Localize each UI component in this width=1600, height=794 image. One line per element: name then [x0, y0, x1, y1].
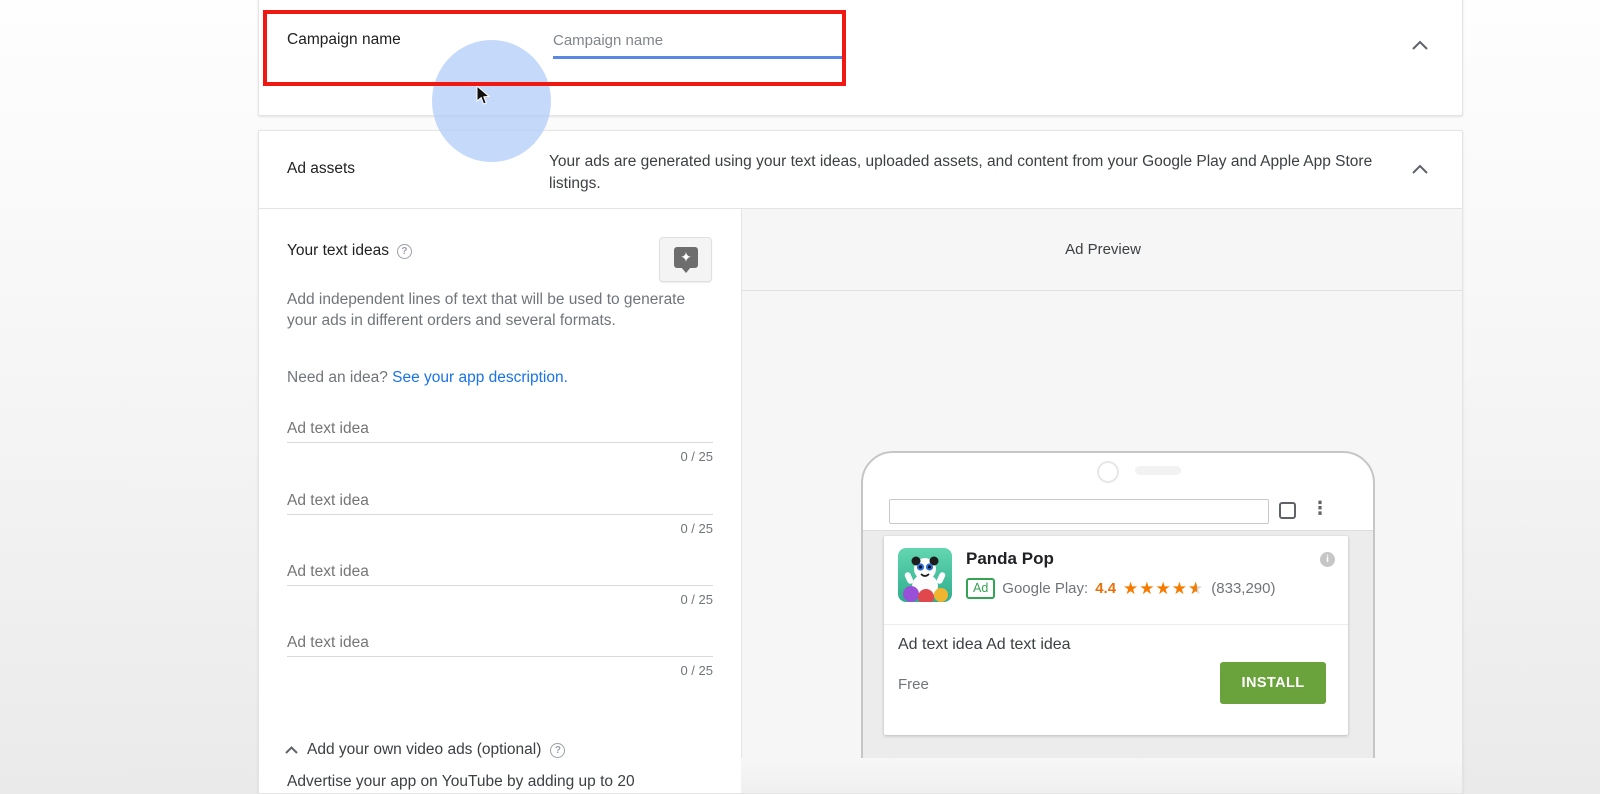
see-app-description-link[interactable]: See your app description. [392, 369, 568, 386]
ad-preview-header: Ad Preview [742, 209, 1463, 291]
text-ideas-title: Your text ideas [287, 242, 389, 260]
ad-assets-title: Ad assets [287, 160, 355, 178]
url-bar [889, 499, 1269, 524]
video-ads-title: Add your own video ads (optional) [307, 741, 541, 759]
char-counter: 0 / 25 [287, 449, 713, 464]
ad-text-preview: Ad text idea Ad text idea [898, 636, 1071, 654]
text-ideas-description: Add independent lines of text that will … [287, 289, 687, 331]
text-idea-suggestions-button[interactable]: ✦ [659, 237, 712, 282]
divider [884, 624, 1348, 625]
ad-text-idea-input-3[interactable] [287, 558, 713, 586]
chevron-up-icon [1412, 164, 1428, 174]
store-label: Google Play: [1002, 580, 1088, 597]
collapse-ad-assets-section-button[interactable] [1408, 157, 1432, 181]
ad-text-idea-field-4: 0 / 25 [287, 629, 713, 678]
ad-assets-header: Ad assets Your ads are generated using y… [259, 131, 1462, 209]
ad-preview-panel: Ad Preview ⋮ [741, 209, 1463, 758]
browser-tabs-icon [1279, 502, 1296, 519]
info-icon: i [1320, 552, 1335, 567]
preview-panel-bottom-fade [741, 758, 1463, 794]
phone-screen: Panda Pop i Ad Google Play: 4.4 ★★★★★★ (… [863, 531, 1373, 758]
ad-assets-card: Ad assets Your ads are generated using y… [258, 130, 1463, 794]
app-install-ad-preview: Panda Pop i Ad Google Play: 4.4 ★★★★★★ (… [884, 536, 1348, 735]
ad-text-idea-input-2[interactable] [287, 487, 713, 515]
text-ideas-hint: Need an idea? See your app description. [287, 369, 568, 387]
install-button: INSTALL [1220, 662, 1326, 704]
text-ideas-heading-row: Your text ideas ? [287, 239, 412, 263]
ad-assets-description: Your ads are generated using your text i… [549, 151, 1409, 195]
ad-text-idea-input-1[interactable] [287, 415, 713, 443]
phone-camera-icon [1097, 461, 1119, 483]
star-rating-icon: ★★★★★★ [1123, 580, 1204, 597]
ad-text-idea-field-1: 0 / 25 [287, 415, 713, 464]
app-name: Panda Pop [966, 549, 1054, 569]
char-counter: 0 / 25 [287, 592, 713, 607]
chevron-up-icon [1412, 40, 1428, 50]
char-counter: 0 / 25 [287, 663, 713, 678]
hint-prefix: Need an idea? [287, 369, 392, 386]
ad-text-idea-field-2: 0 / 25 [287, 487, 713, 536]
red-annotation-box [263, 10, 846, 86]
phone-speaker [1135, 466, 1181, 475]
ad-text-idea-input-4[interactable] [287, 629, 713, 657]
ad-badge: Ad [966, 578, 995, 599]
help-icon[interactable]: ? [550, 743, 565, 758]
help-icon[interactable]: ? [397, 244, 412, 259]
mobile-browser-bar: ⋮ [863, 495, 1373, 531]
panda-pop-app-icon [898, 548, 952, 602]
ad-text-idea-field-3: 0 / 25 [287, 558, 713, 607]
app-meta-row: Ad Google Play: 4.4 ★★★★★★ (833,290) [966, 578, 1275, 599]
video-ads-subtitle: Advertise your app on YouTube by adding … [287, 773, 635, 791]
collapse-campaign-section-button[interactable] [1408, 33, 1432, 57]
price-label: Free [898, 676, 929, 693]
rating-value: 4.4 [1095, 580, 1116, 597]
ad-preview-title: Ad Preview [1065, 241, 1141, 258]
char-counter: 0 / 25 [287, 521, 713, 536]
video-ads-expander[interactable]: Add your own video ads (optional) ? [285, 741, 565, 759]
browser-menu-icon: ⋮ [1311, 498, 1329, 519]
chevron-up-icon [285, 746, 298, 754]
review-count: (833,290) [1211, 580, 1275, 597]
mouse-cursor-icon [476, 86, 492, 111]
idea-suggestion-icon: ✦ [674, 247, 698, 268]
phone-mockup: ⋮ [861, 451, 1375, 758]
